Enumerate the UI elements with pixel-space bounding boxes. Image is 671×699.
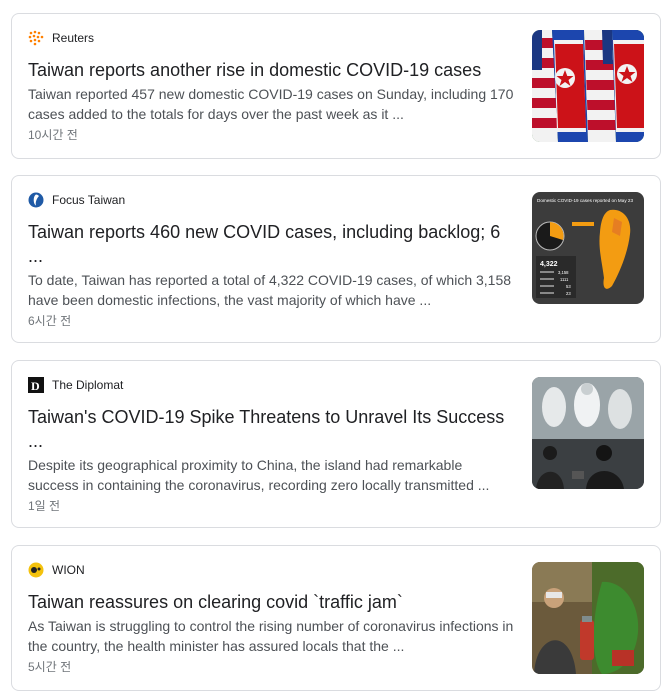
the-diplomat-logo-icon: D <box>28 377 44 393</box>
headline-link[interactable]: Taiwan's COVID-19 Spike Threatens to Unr… <box>28 405 516 453</box>
flags-image[interactable] <box>532 30 644 142</box>
snippet: As Taiwan is struggling to control the r… <box>28 618 514 654</box>
focus-taiwan-logo-icon <box>28 192 44 208</box>
svg-text:D: D <box>31 379 40 393</box>
news-source: Focus Taiwan <box>28 192 125 208</box>
headline-link[interactable]: Taiwan reassures on clearing covid `traf… <box>28 590 516 614</box>
source-name: Reuters <box>52 31 95 45</box>
news-source: D The Diplomat <box>28 377 123 393</box>
infographic-title: Domestic COVID-19 cases reported on May … <box>537 198 633 203</box>
timestamp: 10시간 전 <box>28 128 78 142</box>
timestamp: 5시간 전 <box>28 660 72 674</box>
infographic-row: 1111 <box>560 277 569 282</box>
news-card[interactable]: Focus Taiwan Taiwan reports 460 new COVI… <box>11 175 661 343</box>
infographic-total: 4,322 <box>540 261 558 268</box>
timestamp: 6시간 전 <box>28 314 72 328</box>
reuters-logo-icon <box>28 30 44 46</box>
snippet: Despite its geographical proximity to Ch… <box>28 457 490 493</box>
timestamp: 1일 전 <box>28 499 61 513</box>
infographic-row: 3,158 <box>558 270 569 275</box>
source-name: Focus Taiwan <box>52 193 126 207</box>
source-name: The Diplomat <box>52 378 124 392</box>
news-source: Reuters <box>28 30 94 46</box>
press-briefing-image[interactable] <box>532 377 644 489</box>
disinfection-worker-image[interactable] <box>532 562 644 674</box>
wion-logo-icon <box>28 562 44 578</box>
snippet: Taiwan reported 457 new domestic COVID-1… <box>28 86 514 122</box>
headline-link[interactable]: Taiwan reports 460 new COVID cases, incl… <box>28 220 516 268</box>
news-card[interactable]: D The Diplomat Taiwan's COVID-19 Spike T… <box>11 360 661 528</box>
source-name: WION <box>52 563 85 577</box>
headline-link[interactable]: Taiwan reports another rise in domestic … <box>28 58 516 82</box>
infographic-row: 53 <box>566 284 571 289</box>
news-card[interactable]: WION Taiwan reassures on clearing covid … <box>11 545 661 691</box>
infographic-row: 23 <box>566 291 571 296</box>
snippet: To date, Taiwan has reported a total of … <box>28 272 512 308</box>
news-card[interactable]: Reuters Taiwan reports another rise in d… <box>11 13 661 159</box>
news-source: WION <box>28 562 85 578</box>
taiwan-map-infographic-image[interactable]: Domestic COVID-19 cases reported on May … <box>532 192 644 304</box>
